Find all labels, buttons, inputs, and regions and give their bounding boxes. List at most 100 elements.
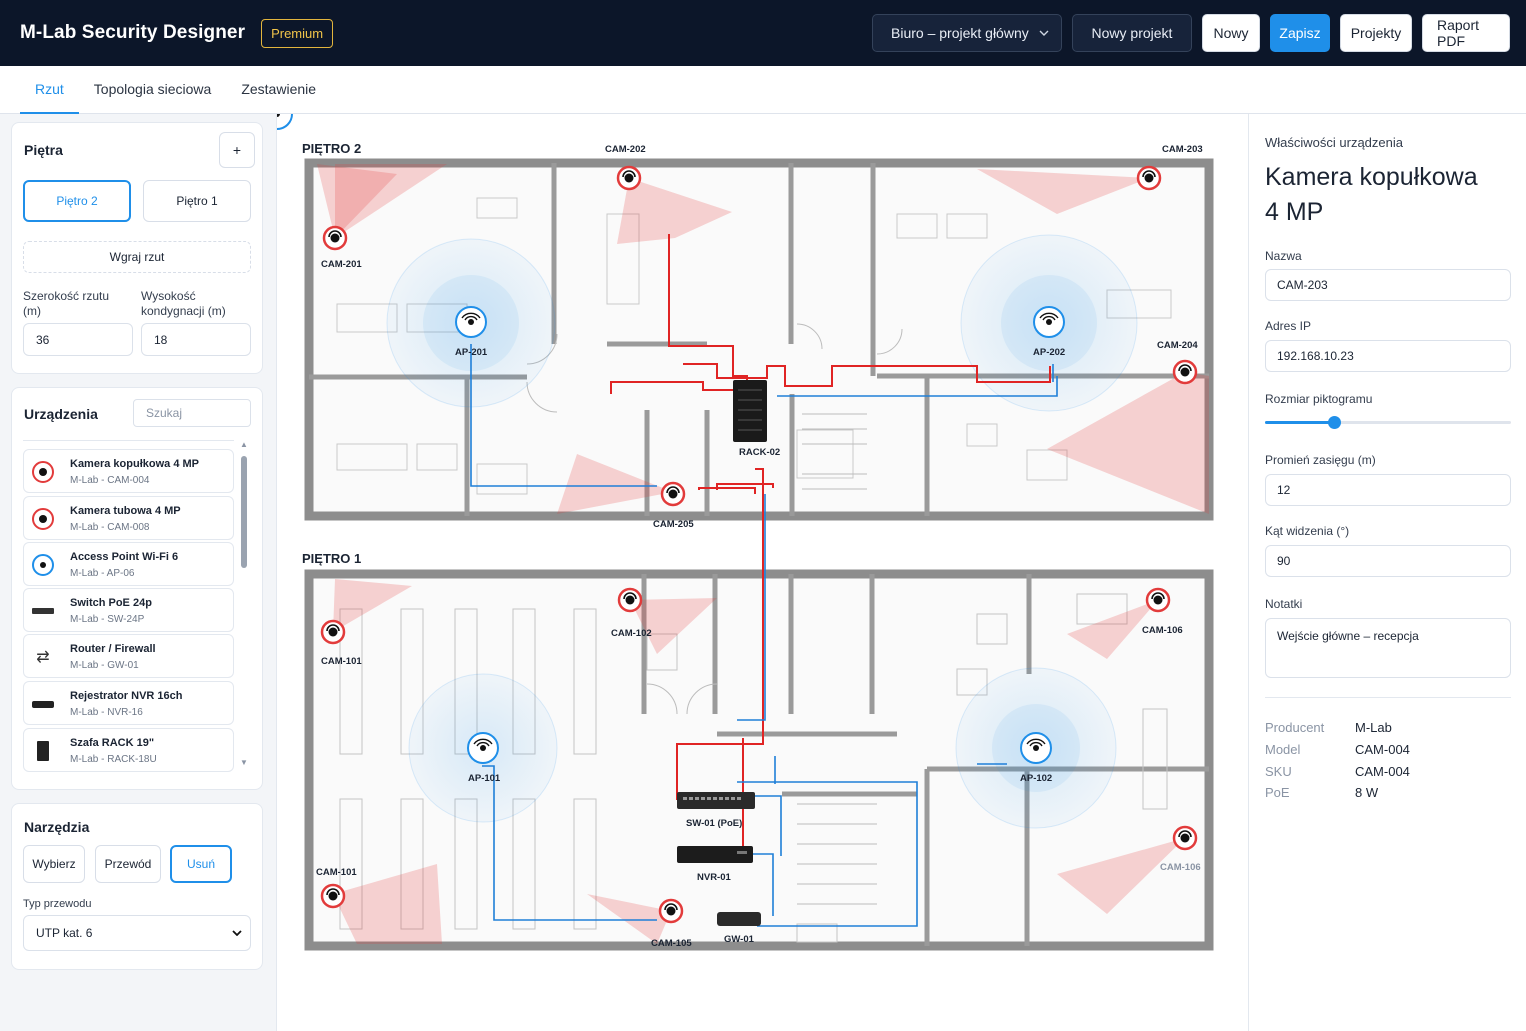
label-cam203: CAM-203 [1162, 144, 1203, 155]
device-sku: M-Lab - NVR-16 [70, 707, 143, 718]
device-search-input[interactable]: Szukaj [133, 399, 251, 427]
tool-select-button[interactable]: Wybierz [23, 845, 85, 883]
nvr-icon [32, 693, 54, 715]
project-select[interactable]: Biuro – projekt główny [872, 14, 1062, 52]
label-cam204: CAM-204 [1157, 340, 1198, 351]
height-input[interactable]: 18 [141, 323, 251, 356]
access-point-icon[interactable] [467, 732, 499, 764]
label-ap202: AP-202 [1033, 347, 1065, 358]
dome-camera-icon [32, 461, 54, 483]
camera-icon[interactable] [617, 587, 643, 613]
device-sku: M-Lab - AP-06 [70, 568, 135, 579]
scroll-down-icon[interactable]: ▼ [240, 758, 248, 767]
name-input[interactable]: CAM-203 [1265, 269, 1511, 301]
meta-sku-key: SKU [1265, 764, 1292, 779]
label-cam101b: CAM-101 [316, 867, 357, 878]
device-item-router[interactable]: ⇄ Router / Firewall M-Lab - GW-01 [23, 634, 234, 678]
floors-panel: Piętra + Piętro 2 Piętro 1 Wgraj rzut Sz… [11, 122, 263, 374]
new-button[interactable]: Nowy [1202, 14, 1260, 52]
properties-panel: Właściwości urządzenia Kamera kopułkowa … [1248, 114, 1526, 1031]
device-name: Switch PoE 24p [70, 597, 152, 609]
meta-producer-key: Producent [1265, 720, 1325, 735]
gateway-device[interactable] [717, 912, 761, 926]
rack-device[interactable] [733, 380, 767, 442]
cable-type-select[interactable]: UTP kat. 6 [23, 915, 251, 951]
camera-icon[interactable] [320, 619, 346, 645]
tool-delete-button[interactable]: Usuń [170, 845, 232, 883]
label-sw01: SW-01 (PoE) [686, 818, 742, 829]
ip-input[interactable]: 192.168.10.23 [1265, 340, 1511, 372]
properties-section-title: Właściwości urządzenia [1265, 135, 1403, 150]
device-item-switch[interactable]: Switch PoE 24p M-Lab - SW-24P [23, 588, 234, 632]
label-cam105: CAM-105 [651, 938, 692, 949]
cable-type-value: UTP kat. 6 [36, 926, 93, 940]
notes-textarea[interactable]: Wejście główne – recepcja [1265, 618, 1511, 678]
camera-icon[interactable] [616, 165, 642, 191]
camera-icon[interactable] [322, 225, 348, 251]
camera-icon[interactable] [1172, 359, 1198, 385]
add-floor-button[interactable]: + [219, 132, 255, 168]
label-cam201: CAM-201 [321, 259, 362, 270]
tool-cable-button[interactable]: Przewód [95, 845, 161, 883]
icon-size-label: Rozmiar piktogramu [1265, 392, 1373, 406]
camera-icon[interactable] [660, 481, 686, 507]
camera-icon[interactable] [1145, 587, 1171, 613]
device-name: Kamera kopułkowa 4 MP [70, 458, 199, 470]
bullet-camera-icon [32, 508, 54, 530]
access-point-icon[interactable] [1033, 306, 1065, 338]
camera-icon[interactable] [658, 898, 684, 924]
devices-panel: Urządzenia Szukaj Kamera kopułkowa 4 MP … [11, 387, 263, 790]
device-item-nvr[interactable]: Rejestrator NVR 16ch M-Lab - NVR-16 [23, 681, 234, 725]
scrollbar-thumb[interactable] [241, 456, 247, 568]
device-list-scrollbar[interactable]: ▲ ▼ [240, 440, 248, 770]
device-name: Access Point Wi-Fi 6 [70, 551, 179, 563]
floorplan-canvas[interactable]: PIĘTRO 2 PIĘTRO 1 CAM-201 CAM-202 CAM-20… [261, 98, 1249, 1031]
projects-button[interactable]: Projekty [1340, 14, 1412, 52]
upload-plan-button[interactable]: Wgraj rzut [23, 241, 251, 273]
device-name: Szafa RACK 19" [70, 737, 155, 749]
tab-zestawienie[interactable]: Zestawienie [226, 66, 331, 114]
device-sku: M-Lab - GW-01 [70, 660, 139, 671]
camera-icon[interactable] [320, 883, 346, 909]
width-input[interactable]: 36 [23, 323, 133, 356]
device-item-rack[interactable]: Szafa RACK 19" M-Lab - RACK-18U [23, 728, 234, 772]
tools-title: Narzędzia [24, 819, 90, 835]
device-sku: M-Lab - RACK-18U [70, 754, 157, 765]
device-item-dome-camera[interactable]: Kamera kopułkowa 4 MP M-Lab - CAM-004 [23, 449, 234, 493]
camera-icon[interactable] [1136, 165, 1162, 191]
width-label: Szerokość rzutu (m) [23, 289, 110, 318]
nvr-device[interactable] [677, 846, 753, 863]
save-button[interactable]: Zapisz [1270, 14, 1330, 52]
meta-model-key: Model [1265, 742, 1301, 757]
angle-input[interactable]: 90 [1265, 545, 1511, 577]
slider-thumb[interactable] [1327, 416, 1341, 429]
floor-tab-2[interactable]: Piętro 2 [23, 180, 131, 222]
range-input[interactable]: 12 [1265, 474, 1511, 506]
access-point-icon[interactable] [455, 306, 487, 338]
label-cam205: CAM-205 [653, 519, 694, 530]
access-point-icon[interactable] [1020, 732, 1052, 764]
floor-tab-1[interactable]: Piętro 1 [143, 180, 251, 222]
device-item-access-point[interactable]: Access Point Wi-Fi 6 M-Lab - AP-06 [23, 542, 234, 586]
device-name: Rejestrator NVR 16ch [70, 690, 183, 702]
device-sku: M-Lab - SW-24P [70, 614, 145, 625]
report-pdf-button[interactable]: Raport PDF [1422, 14, 1510, 52]
label-cam106a: CAM-106 [1142, 625, 1183, 636]
new-project-button[interactable]: Nowy projekt [1072, 14, 1192, 52]
meta-producer-value: M-Lab [1355, 720, 1392, 735]
floorplan-svg[interactable]: PIĘTRO 2 PIĘTRO 1 CAM-201 CAM-202 CAM-20… [261, 98, 1249, 1031]
tab-topologia[interactable]: Topologia sieciowa [79, 66, 227, 114]
scroll-up-icon[interactable]: ▲ [240, 440, 248, 449]
switch-icon [32, 600, 54, 622]
device-item-bullet-camera[interactable]: Kamera tubowa 4 MP M-Lab - CAM-008 [23, 496, 234, 540]
device-sku: M-Lab - CAM-004 [70, 475, 150, 486]
project-select-value: Biuro – projekt główny [891, 25, 1029, 41]
camera-icon[interactable] [1172, 825, 1198, 851]
tab-rzut[interactable]: Rzut [20, 66, 79, 114]
switch-device[interactable] [677, 792, 755, 809]
label-rack02: RACK-02 [739, 447, 780, 458]
chevron-down-icon [1039, 30, 1049, 36]
tools-panel: Narzędzia Wybierz Przewód Usuń Typ przew… [11, 803, 263, 970]
access-point-icon [261, 98, 293, 130]
icon-size-slider[interactable] [1265, 416, 1511, 429]
